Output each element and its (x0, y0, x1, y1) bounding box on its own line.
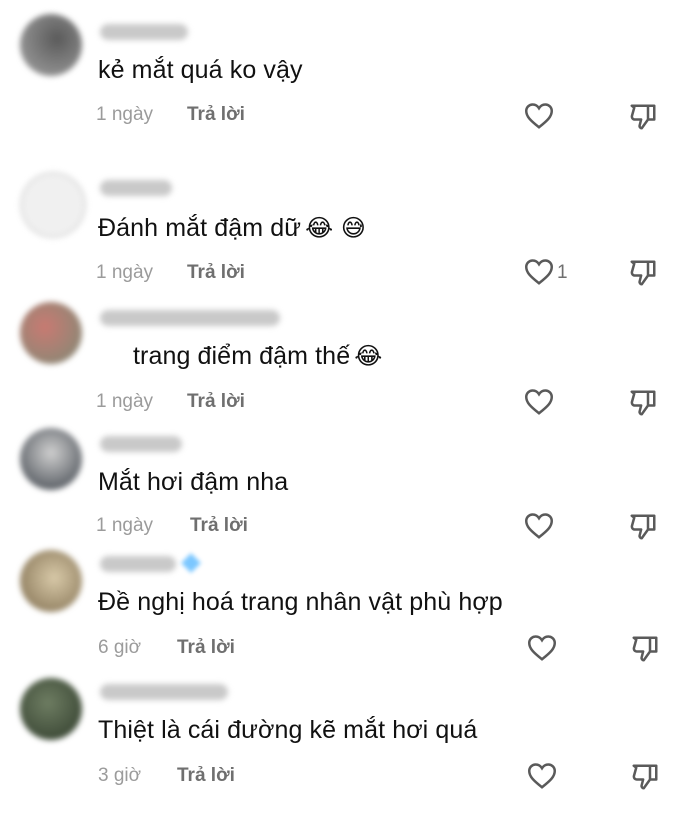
avatar[interactable] (20, 14, 82, 76)
comment-time: 1 ngày (96, 391, 154, 412)
diamond-badge-icon (181, 553, 201, 573)
username-blurred[interactable] (100, 24, 188, 40)
reply-button[interactable]: Trả lời (177, 637, 235, 659)
comment-item: Đánh mắt đậm dữ 😂 😅 1 ngày Trả lời 1 (0, 170, 679, 300)
reply-button[interactable]: Trả lời (177, 765, 235, 787)
heart-icon[interactable] (527, 762, 557, 790)
comment-item: trang điểm đậm thế 😂 1 ngày Trả lời (0, 302, 679, 432)
heart-icon[interactable] (524, 512, 554, 540)
avatar[interactable] (20, 550, 82, 612)
username-blurred[interactable] (100, 180, 172, 196)
reply-button[interactable]: Trả lời (187, 262, 245, 284)
avatar[interactable] (20, 678, 82, 740)
thumbs-down-icon[interactable] (628, 388, 658, 418)
thumbs-down-icon[interactable] (628, 258, 658, 288)
username-blurred[interactable] (100, 436, 182, 452)
username-blurred[interactable] (100, 556, 176, 572)
emoji: 😂 (354, 342, 383, 370)
comment-item: Thiệt là cái đường kẽ mắt hơi quá 3 giờ … (0, 676, 679, 806)
comment-text: Thiệt là cái đường kẽ mắt hơi quá (98, 716, 478, 744)
comment-text: Đánh mắt đậm dữ 😂 😅 (98, 214, 367, 242)
comment-text: Mắt hơi đậm nha (98, 468, 289, 496)
comment-item: Mắt hơi đậm nha 1 ngày Trả lời (0, 428, 679, 558)
avatar[interactable] (20, 172, 86, 238)
heart-icon[interactable] (524, 102, 554, 130)
comment-text: Đề nghị hoá trang nhân vật phù hợp (98, 588, 503, 616)
emoji: 😂 😅 (305, 214, 367, 242)
username-blurred[interactable] (100, 684, 228, 700)
thumbs-down-icon[interactable] (628, 102, 658, 132)
avatar[interactable] (20, 428, 82, 490)
comment-item: Đề nghị hoá trang nhân vật phù hợp 6 giờ… (0, 548, 679, 678)
heart-icon[interactable] (527, 634, 557, 662)
thumbs-down-icon[interactable] (628, 512, 658, 542)
comment-item: kẻ mắt quá ko vậy 1 ngày Trả lời (0, 0, 679, 130)
comment-time: 6 giờ (98, 637, 142, 658)
comment-text: trang điểm đậm thế 😂 (133, 342, 383, 370)
heart-icon[interactable] (524, 258, 554, 286)
comment-time: 3 giờ (98, 765, 142, 786)
reply-button[interactable]: Trả lời (187, 391, 245, 413)
heart-icon[interactable] (524, 388, 554, 416)
reply-button[interactable]: Trả lời (187, 104, 245, 126)
reply-button[interactable]: Trả lời (190, 515, 248, 537)
username-blurred[interactable] (100, 310, 280, 326)
comment-time: 1 ngày (96, 262, 154, 283)
like-count: 1 (557, 262, 568, 283)
comment-time: 1 ngày (96, 104, 154, 125)
thumbs-down-icon[interactable] (630, 762, 660, 792)
comment-time: 1 ngày (96, 515, 154, 536)
comment-text: kẻ mắt quá ko vậy (98, 56, 303, 84)
avatar[interactable] (20, 302, 82, 364)
thumbs-down-icon[interactable] (630, 634, 660, 664)
